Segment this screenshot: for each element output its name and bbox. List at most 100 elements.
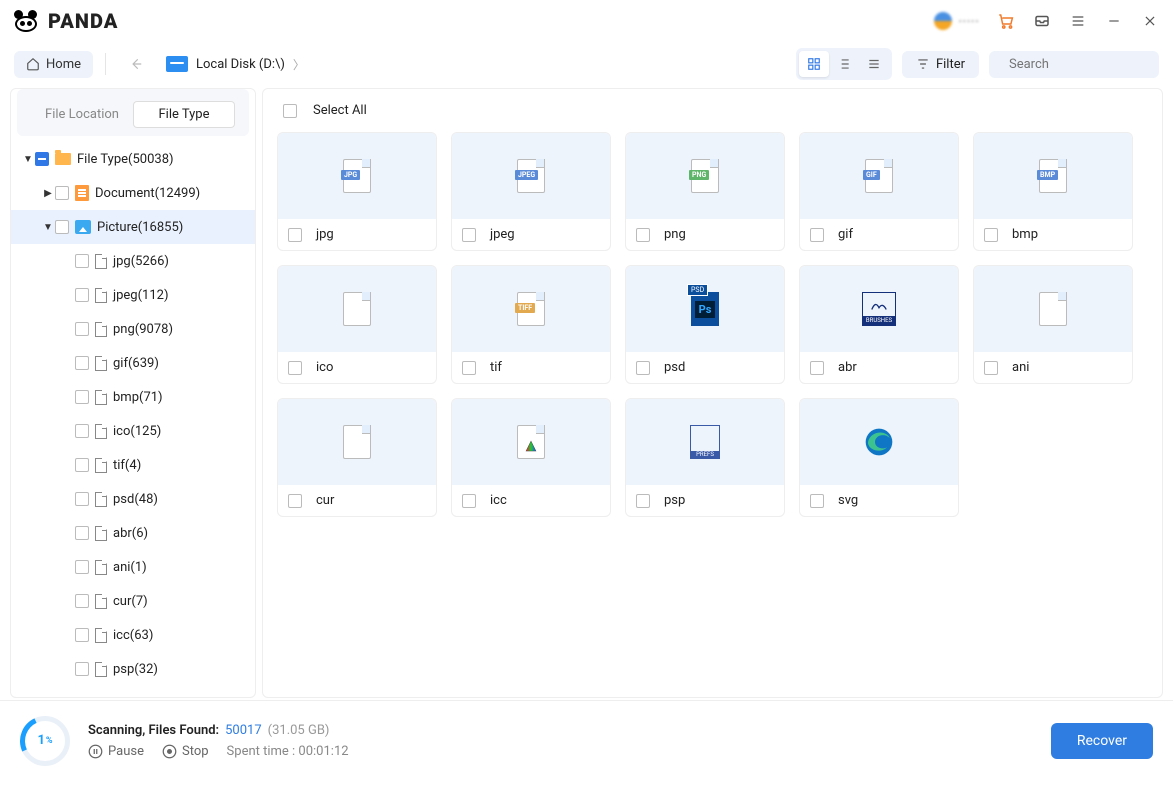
pause-button[interactable]: Pause bbox=[88, 744, 144, 759]
tree-item[interactable]: tif(4) bbox=[11, 448, 255, 482]
checkbox[interactable] bbox=[462, 494, 476, 508]
tree-item[interactable]: bmp(71) bbox=[11, 380, 255, 414]
search-input[interactable] bbox=[1009, 57, 1173, 72]
checkbox[interactable] bbox=[75, 526, 89, 540]
tree-item[interactable]: psp(32) bbox=[11, 652, 255, 686]
checkbox[interactable] bbox=[984, 228, 998, 242]
checkbox[interactable] bbox=[75, 628, 89, 642]
search-box[interactable] bbox=[989, 51, 1159, 78]
file-icon: TIFF bbox=[517, 292, 545, 326]
user-info[interactable]: ····· bbox=[934, 12, 979, 31]
detail-view-button[interactable] bbox=[829, 51, 859, 77]
minimize-icon[interactable] bbox=[1105, 12, 1123, 30]
tree-item[interactable]: icc(63) bbox=[11, 618, 255, 652]
view-switcher bbox=[796, 48, 892, 80]
file-type-card[interactable]: PNGpng bbox=[625, 132, 785, 251]
checkbox[interactable] bbox=[75, 288, 89, 302]
card-label: svg bbox=[838, 493, 858, 508]
tree-item[interactable]: abr(6) bbox=[11, 516, 255, 550]
file-type-card[interactable]: svg bbox=[799, 398, 959, 517]
file-icon: PNG bbox=[691, 159, 719, 193]
checkbox[interactable] bbox=[75, 594, 89, 608]
file-type-card[interactable]: ico bbox=[277, 265, 437, 384]
checkbox[interactable] bbox=[55, 186, 69, 200]
checkbox[interactable] bbox=[636, 494, 650, 508]
checkbox[interactable] bbox=[55, 220, 69, 234]
back-button[interactable] bbox=[118, 53, 154, 75]
checkbox[interactable] bbox=[984, 361, 998, 375]
tree-item[interactable]: jpeg(112) bbox=[11, 278, 255, 312]
caret-down-icon[interactable]: ▼ bbox=[41, 222, 55, 233]
recover-button[interactable]: Recover bbox=[1051, 723, 1153, 759]
checkbox[interactable] bbox=[75, 560, 89, 574]
checkbox[interactable] bbox=[288, 228, 302, 242]
tree-item[interactable]: gif(639) bbox=[11, 346, 255, 380]
tab-file-type[interactable]: File Type bbox=[133, 101, 235, 128]
checkbox[interactable] bbox=[462, 228, 476, 242]
tree-picture[interactable]: ▼ Picture(16855) bbox=[11, 210, 255, 244]
checkbox[interactable] bbox=[75, 458, 89, 472]
disk-icon bbox=[166, 56, 188, 72]
file-count[interactable]: 50017 bbox=[225, 723, 262, 738]
checkbox[interactable] bbox=[75, 390, 89, 404]
panda-icon bbox=[14, 10, 42, 32]
file-type-card[interactable]: JPGjpg bbox=[277, 132, 437, 251]
checkbox[interactable] bbox=[75, 492, 89, 506]
checkbox[interactable] bbox=[810, 361, 824, 375]
stop-button[interactable]: Stop bbox=[162, 744, 209, 759]
checkbox[interactable] bbox=[283, 104, 297, 118]
tree-item[interactable]: png(9078) bbox=[11, 312, 255, 346]
menu-icon[interactable] bbox=[1069, 12, 1087, 30]
checkbox[interactable] bbox=[35, 152, 49, 166]
home-button[interactable]: Home bbox=[14, 51, 93, 78]
file-type-card[interactable]: icc bbox=[451, 398, 611, 517]
tree-item[interactable]: ani(1) bbox=[11, 550, 255, 584]
caret-down-icon[interactable]: ▼ bbox=[21, 154, 35, 165]
breadcrumb[interactable]: Local Disk (D:\) 〉 bbox=[166, 56, 305, 73]
checkbox[interactable] bbox=[288, 494, 302, 508]
file-type-card[interactable]: GIFgif bbox=[799, 132, 959, 251]
card-label: abr bbox=[838, 360, 857, 375]
tree-item[interactable]: psd(48) bbox=[11, 482, 255, 516]
toolbar: Home Local Disk (D:\) 〉 Filter bbox=[0, 42, 1173, 86]
checkbox[interactable] bbox=[75, 322, 89, 336]
close-icon[interactable] bbox=[1141, 12, 1159, 30]
checkbox[interactable] bbox=[636, 361, 650, 375]
checkbox[interactable] bbox=[75, 662, 89, 676]
file-type-card[interactable]: cur bbox=[277, 398, 437, 517]
file-type-card[interactable]: BMPbmp bbox=[973, 132, 1133, 251]
checkbox[interactable] bbox=[288, 361, 302, 375]
file-icon bbox=[95, 492, 107, 507]
file-type-card[interactable]: TIFFtif bbox=[451, 265, 611, 384]
inbox-icon[interactable] bbox=[1033, 12, 1051, 30]
checkbox[interactable] bbox=[810, 228, 824, 242]
file-type-card[interactable]: PREFSpsp bbox=[625, 398, 785, 517]
picture-icon bbox=[75, 220, 91, 234]
filter-button[interactable]: Filter bbox=[902, 51, 979, 78]
tab-file-location[interactable]: File Location bbox=[31, 101, 133, 128]
caret-right-icon[interactable]: ▶ bbox=[41, 188, 55, 199]
tree-item[interactable]: cur(7) bbox=[11, 584, 255, 618]
file-type-card[interactable]: ani bbox=[973, 265, 1133, 384]
file-icon bbox=[95, 424, 107, 439]
titlebar: PANDA ····· bbox=[0, 0, 1173, 42]
tree-root[interactable]: ▼ File Type(50038) bbox=[11, 142, 255, 176]
file-type-card[interactable]: PSDPspsd bbox=[625, 265, 785, 384]
tree-item[interactable]: ico(125) bbox=[11, 414, 255, 448]
checkbox[interactable] bbox=[810, 494, 824, 508]
grid-view-button[interactable] bbox=[799, 51, 829, 77]
list-view-button[interactable] bbox=[859, 51, 889, 77]
tree-document[interactable]: ▶ Document(12499) bbox=[11, 176, 255, 210]
file-type-card[interactable]: BRUSHESabr bbox=[799, 265, 959, 384]
checkbox[interactable] bbox=[75, 254, 89, 268]
tree-item[interactable]: jpg(5266) bbox=[11, 244, 255, 278]
checkbox[interactable] bbox=[462, 361, 476, 375]
checkbox[interactable] bbox=[636, 228, 650, 242]
card-label: cur bbox=[316, 493, 334, 508]
checkbox[interactable] bbox=[75, 424, 89, 438]
file-type-card[interactable]: JPEGjpeg bbox=[451, 132, 611, 251]
checkbox[interactable] bbox=[75, 356, 89, 370]
cart-icon[interactable] bbox=[997, 12, 1015, 30]
app-name: PANDA bbox=[48, 9, 118, 33]
select-all-row[interactable]: Select All bbox=[283, 103, 1148, 118]
